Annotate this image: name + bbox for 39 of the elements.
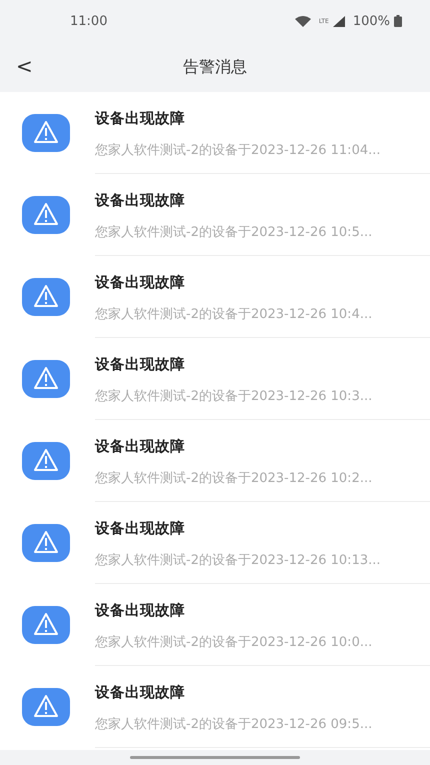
alert-message: 您家人软件测试-2的设备于2023-12-26 10:3... xyxy=(95,388,374,404)
alert-item[interactable]: 设备出现故障 您家人软件测试-2的设备于2023-12-26 10:4... xyxy=(0,256,430,338)
back-button[interactable]: < xyxy=(8,52,41,80)
battery-percent: 100% xyxy=(352,14,390,28)
warning-icon xyxy=(22,442,70,480)
signal-icon xyxy=(332,16,345,26)
alert-item[interactable]: 设备出现故障 您家人软件测试-2的设备于2023-12-26 10:0... xyxy=(0,584,430,666)
warning-icon xyxy=(22,114,70,152)
alert-message: 您家人软件测试-2的设备于2023-12-26 10:2... xyxy=(95,470,374,486)
alert-title: 设备出现故障 xyxy=(95,274,186,292)
alert-message: 您家人软件测试-2的设备于2023-12-26 09:5... xyxy=(95,716,374,732)
alert-item[interactable]: 设备出现故障 您家人软件测试-2的设备于2023-12-26 11:04... xyxy=(0,92,430,174)
alert-item[interactable]: 设备出现故障 您家人软件测试-2的设备于2023-12-26 10:3... xyxy=(0,338,430,420)
alert-title: 设备出现故障 xyxy=(95,110,186,128)
status-time: 11:00 xyxy=(70,14,108,28)
alert-message: 您家人软件测试-2的设备于2023-12-26 11:04... xyxy=(95,142,382,158)
alert-title: 设备出现故障 xyxy=(95,356,186,374)
alert-title: 设备出现故障 xyxy=(95,438,186,456)
warning-icon xyxy=(22,606,70,644)
battery-icon xyxy=(394,15,402,27)
warning-icon xyxy=(22,688,70,726)
alert-title: 设备出现故障 xyxy=(95,684,186,702)
alert-message: 您家人软件测试-2的设备于2023-12-26 10:5... xyxy=(95,224,374,240)
page-title: 告警消息 xyxy=(183,56,247,78)
alert-item[interactable]: 设备出现故障 您家人软件测试-2的设备于2023-12-26 10:5... xyxy=(0,174,430,256)
alert-title: 设备出现故障 xyxy=(95,192,186,210)
warning-icon xyxy=(22,278,70,316)
alert-message: 您家人软件测试-2的设备于2023-12-26 10:4... xyxy=(95,306,374,322)
alert-item[interactable]: 设备出现故障 您家人软件测试-2的设备于2023-12-26 10:2... xyxy=(0,420,430,502)
warning-icon xyxy=(22,524,70,562)
alert-message: 您家人软件测试-2的设备于2023-12-26 10:13... xyxy=(95,552,382,568)
alert-title: 设备出现故障 xyxy=(95,520,186,538)
warning-icon xyxy=(22,196,70,234)
warning-icon xyxy=(22,360,70,398)
alert-item[interactable]: 设备出现故障 您家人软件测试-2的设备于2023-12-26 09:5... xyxy=(0,666,430,748)
alert-title: 设备出现故障 xyxy=(95,602,186,620)
alert-message: 您家人软件测试-2的设备于2023-12-26 10:0... xyxy=(95,634,374,650)
alert-item[interactable]: 设备出现故障 您家人软件测试-2的设备于2023-12-26 10:13... xyxy=(0,502,430,584)
wifi-icon xyxy=(294,16,311,26)
